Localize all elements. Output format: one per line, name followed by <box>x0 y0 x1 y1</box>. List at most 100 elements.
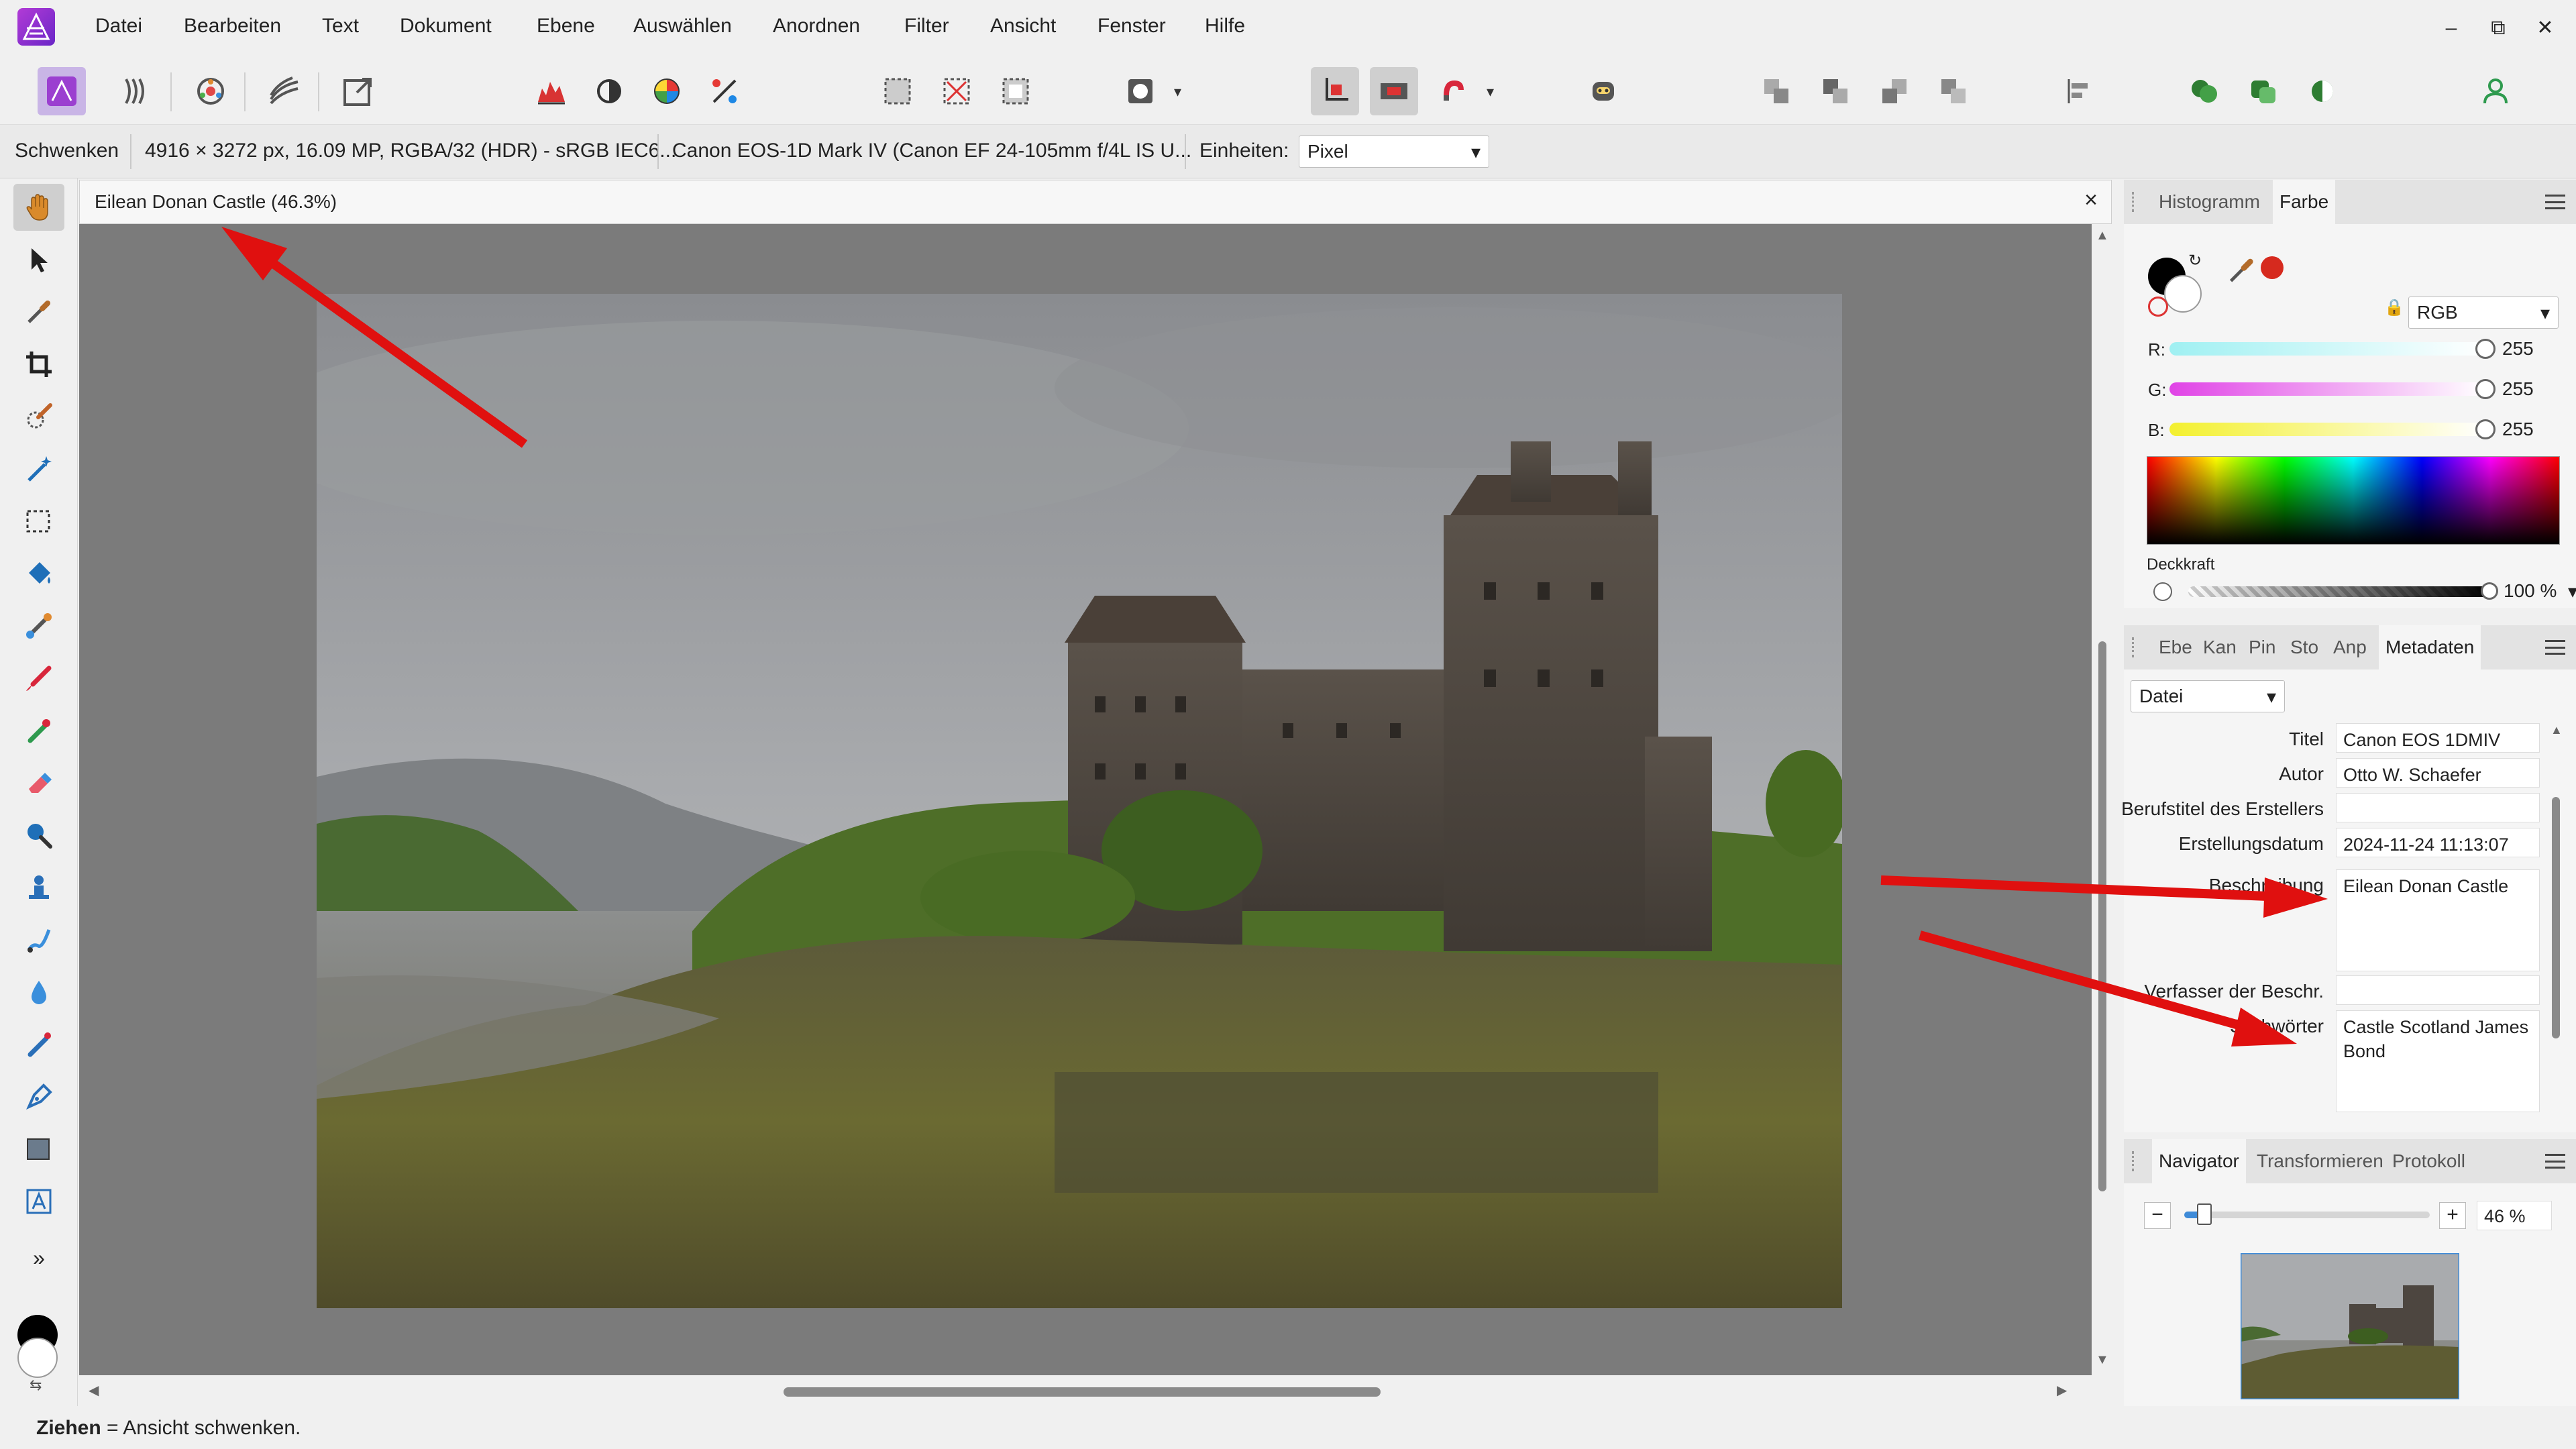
meta-field-verfasser[interactable] <box>2336 975 2540 1005</box>
tab-anpassung[interactable]: Anp <box>2326 625 2373 669</box>
menu-auswaehlen[interactable]: Auswählen <box>633 15 732 38</box>
menu-text[interactable]: Text <box>322 15 359 38</box>
units-select[interactable]: Pixel ▾ <box>1299 136 1489 168</box>
zoom-value[interactable]: 46 % <box>2477 1201 2552 1230</box>
liquify-persona-button[interactable] <box>113 67 161 115</box>
b-slider-knob[interactable] <box>2475 419 2496 439</box>
boolean-add-button[interactable] <box>2180 67 2229 115</box>
r-slider-knob[interactable] <box>2475 339 2496 359</box>
menu-datei[interactable]: Datei <box>95 15 142 38</box>
metadata-scrollbar[interactable]: ▲ ▼ <box>2551 723 2563 1173</box>
document-tab[interactable]: Eilean Donan Castle (46.3%) × <box>79 180 2112 224</box>
metadata-scroll-thumb[interactable] <box>2552 797 2560 1038</box>
menu-hilfe[interactable]: Hilfe <box>1205 15 1245 38</box>
align-button-3[interactable] <box>1870 67 1919 115</box>
smudge-tool-button[interactable] <box>13 916 64 963</box>
force-pixel-alignment-button[interactable] <box>1370 67 1418 115</box>
boolean-intersect-button[interactable] <box>2298 67 2347 115</box>
pen-tool-button[interactable] <box>13 1073 64 1120</box>
r-value[interactable]: 255 <box>2497 334 2563 364</box>
auto-colors-button[interactable] <box>643 67 691 115</box>
secondary-color-circle[interactable] <box>2164 275 2202 313</box>
zoom-slider-knob[interactable] <box>2197 1203 2212 1225</box>
menu-fenster[interactable]: Fenster <box>1097 15 1166 38</box>
flood-fill-tool-button[interactable] <box>13 550 64 597</box>
color-spectrum[interactable] <box>2147 456 2560 545</box>
develop-persona-button[interactable] <box>186 67 235 115</box>
panel-menu-icon[interactable] <box>2545 1154 2565 1169</box>
meta-field-berufstitel[interactable] <box>2336 793 2540 822</box>
view-tool-button[interactable] <box>13 184 64 231</box>
scroll-right-icon[interactable]: ▶ <box>2057 1382 2067 1399</box>
chevron-down-icon[interactable]: ▾ <box>1174 83 1181 101</box>
meta-field-stichwoerter[interactable]: Castle Scotland James Bond <box>2336 1010 2540 1112</box>
restore-button[interactable]: ⧉ <box>2478 11 2518 46</box>
meta-field-erstellungsdatum[interactable]: 2024-11-24 11:13:07 <box>2336 828 2540 857</box>
vertical-scrollbar[interactable]: ▲ ▼ <box>2092 224 2112 1375</box>
deselect-button[interactable] <box>932 67 981 115</box>
gradient-tool-button[interactable] <box>13 602 64 649</box>
erase-tool-button[interactable] <box>13 759 64 806</box>
g-slider-knob[interactable] <box>2475 379 2496 399</box>
menu-filter[interactable]: Filter <box>904 15 949 38</box>
meta-field-beschreibung[interactable]: Eilean Donan Castle <box>2336 869 2540 971</box>
recent-color-swatch[interactable] <box>2261 256 2284 279</box>
menu-dokument[interactable]: Dokument <box>400 15 492 38</box>
pixel-tool-button[interactable] <box>13 707 64 754</box>
account-button[interactable] <box>2471 67 2520 115</box>
minimize-button[interactable]: – <box>2431 11 2471 46</box>
align-button-2[interactable] <box>1811 67 1860 115</box>
auto-white-balance-button[interactable] <box>700 67 749 115</box>
swap-colors-icon[interactable]: ↻ <box>2188 251 2202 270</box>
meta-field-autor[interactable]: Otto W. Schaefer <box>2336 758 2540 788</box>
alignment-button[interactable] <box>2055 67 2104 115</box>
no-color-icon[interactable] <box>2148 297 2168 317</box>
crop-tool-button[interactable] <box>13 341 64 388</box>
boolean-subtract-button[interactable] <box>2239 67 2288 115</box>
opacity-select[interactable]: 100 % ▾ <box>2500 576 2576 606</box>
auto-contrast-button[interactable] <box>585 67 633 115</box>
tab-pinsel[interactable]: Pin <box>2242 625 2282 669</box>
g-value[interactable]: 255 <box>2497 374 2563 404</box>
b-value[interactable]: 255 <box>2497 415 2563 444</box>
g-slider[interactable] <box>2169 382 2485 396</box>
panel-menu-icon[interactable] <box>2545 640 2565 655</box>
meta-field-titel[interactable]: Canon EOS 1DMIV <box>2336 723 2540 753</box>
quick-mask-button[interactable] <box>1116 67 1165 115</box>
color-model-select[interactable]: RGB ▾ <box>2408 297 2559 329</box>
menu-bearbeiten[interactable]: Bearbeiten <box>184 15 281 38</box>
tab-transformieren[interactable]: Transformieren <box>2250 1139 2390 1183</box>
marquee-tool-button[interactable] <box>13 498 64 545</box>
tab-stock[interactable]: Sto <box>2284 625 2325 669</box>
align-button-4[interactable] <box>1929 67 1978 115</box>
color-swatches[interactable]: ⇆ <box>17 1315 58 1393</box>
b-slider[interactable] <box>2169 423 2485 436</box>
paint-brush-tool-button[interactable] <box>13 655 64 702</box>
text-tool-button[interactable] <box>13 1178 64 1225</box>
move-tool-button[interactable] <box>13 236 64 283</box>
zoom-slider[interactable] <box>2184 1212 2430 1218</box>
opacity-slider-knob[interactable] <box>2481 582 2498 600</box>
scroll-down-icon[interactable]: ▼ <box>2096 1352 2109 1368</box>
tab-protokoll[interactable]: Protokoll <box>2385 1139 2472 1183</box>
tab-histogramm[interactable]: Histogramm <box>2152 180 2267 224</box>
export-persona-button[interactable] <box>334 67 382 115</box>
zoom-in-button[interactable]: + <box>2439 1202 2466 1229</box>
tab-kanaele[interactable]: Kan <box>2196 625 2243 669</box>
auto-levels-button[interactable] <box>527 67 576 115</box>
vertical-scroll-thumb[interactable] <box>2098 641 2106 1191</box>
zoom-out-button[interactable]: − <box>2144 1202 2171 1229</box>
clone-tool-button[interactable] <box>13 864 64 911</box>
flood-select-tool-button[interactable] <box>13 445 64 492</box>
healing-tool-button[interactable] <box>13 1021 64 1068</box>
castle-photo[interactable] <box>317 294 1842 1308</box>
more-tools-button[interactable]: » <box>13 1234 64 1281</box>
select-all-button[interactable] <box>873 67 922 115</box>
magnet-snapping-button[interactable] <box>1429 67 1477 115</box>
close-document-button[interactable]: × <box>2084 187 2098 213</box>
color-picker-tool-button[interactable] <box>13 288 64 335</box>
horizontal-scrollbar[interactable]: ◀ ▶ <box>79 1375 2112 1406</box>
tab-navigator[interactable]: Navigator <box>2152 1139 2246 1183</box>
swap-colors-icon[interactable]: ⇆ <box>30 1377 42 1394</box>
tone-mapping-persona-button[interactable] <box>260 67 309 115</box>
